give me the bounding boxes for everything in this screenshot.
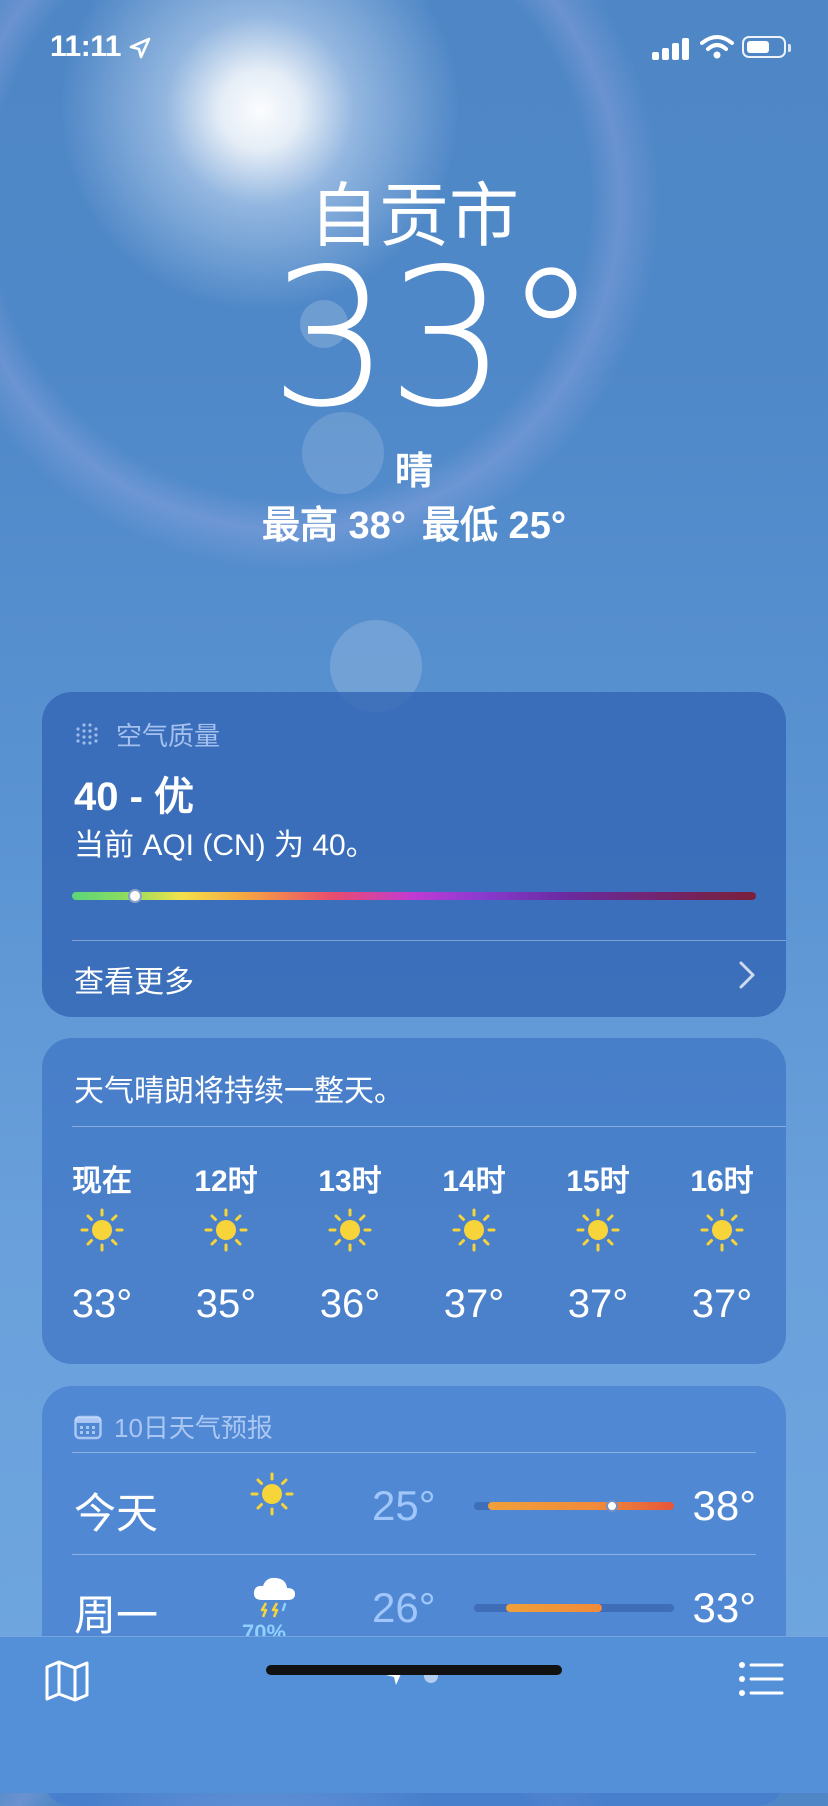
aqi-scale-bar bbox=[72, 889, 756, 903]
hour-temp: 36° bbox=[319, 1282, 381, 1326]
day-name: 今天 bbox=[74, 1490, 159, 1537]
air-quality-card[interactable]: 空气质量 40 - 优 当前 AQI (CN) 为 40。 查看更多 bbox=[42, 692, 786, 1017]
sun-icon bbox=[328, 1208, 372, 1257]
wifi-icon bbox=[700, 35, 734, 59]
divider bbox=[72, 1126, 786, 1127]
sun-icon bbox=[80, 1208, 124, 1257]
aqi-value: 40 - 优 bbox=[74, 775, 195, 819]
map-icon[interactable] bbox=[44, 1659, 90, 1703]
high-temp: 最高 38° bbox=[261, 505, 406, 547]
bottom-toolbar bbox=[0, 1636, 828, 1793]
aqi-level-indicator bbox=[128, 889, 142, 903]
hour-temp: 33° bbox=[71, 1282, 133, 1326]
aqi-description: 当前 AQI (CN) 为 40。 bbox=[74, 829, 376, 862]
battery-icon bbox=[742, 36, 791, 58]
temp-range-bar bbox=[474, 1604, 674, 1612]
air-quality-title: 空气质量 bbox=[116, 721, 221, 751]
day-name: 周一 bbox=[74, 1592, 159, 1639]
status-bar: 11:11 bbox=[0, 0, 828, 100]
divider bbox=[72, 1452, 756, 1453]
ten-day-header: 10日天气预报 bbox=[74, 1408, 273, 1445]
cellular-signal-icon bbox=[652, 36, 692, 60]
sun-icon bbox=[250, 1472, 294, 1516]
current-temperature: 33° bbox=[269, 228, 599, 449]
day-low-temp: 25° bbox=[372, 1482, 436, 1529]
day-row-today[interactable]: 今天 25° 38° bbox=[72, 1454, 756, 1554]
hour-temp: 37° bbox=[443, 1282, 505, 1326]
hour-label: 16时 bbox=[690, 1165, 754, 1198]
sun-icon bbox=[452, 1208, 496, 1257]
chevron-right-icon[interactable] bbox=[738, 960, 756, 990]
hour-label: 15时 bbox=[566, 1165, 630, 1198]
divider bbox=[72, 940, 786, 941]
hourly-list[interactable]: 现在 33° 12时 35° 13时 36° 14时 37° 15时 37° 16时 37° bbox=[42, 1156, 786, 1346]
day-low-temp: 26° bbox=[372, 1584, 436, 1631]
day-high-temp: 33° bbox=[692, 1584, 756, 1631]
low-temp: 最低 25° bbox=[422, 505, 567, 547]
see-more-link[interactable]: 查看更多 bbox=[74, 957, 194, 1001]
sun-icon bbox=[204, 1208, 248, 1257]
air-quality-header: 空气质量 bbox=[74, 716, 220, 753]
hourly-summary: 天气晴朗将持续一整天。 bbox=[74, 1075, 404, 1108]
temp-range-bar bbox=[474, 1500, 674, 1512]
location-arrow-icon bbox=[129, 37, 151, 59]
hour-label: 现在 bbox=[72, 1165, 132, 1198]
weather-condition: 晴 bbox=[394, 451, 433, 493]
hour-temp: 37° bbox=[567, 1282, 629, 1326]
hourly-forecast-card: 天气晴朗将持续一整天。 现在 33° 12时 35° 13时 36° 14时 37° 15时 37… bbox=[42, 1038, 786, 1364]
status-time: 11:11 bbox=[50, 30, 121, 63]
sun-icon bbox=[700, 1208, 744, 1257]
list-icon[interactable] bbox=[738, 1661, 784, 1697]
hour-label: 13时 bbox=[318, 1165, 382, 1198]
calendar-icon bbox=[74, 1415, 102, 1439]
ten-day-title: 10日天气预报 bbox=[114, 1413, 273, 1443]
hour-label: 12时 bbox=[194, 1165, 258, 1198]
day-high-temp: 38° bbox=[692, 1482, 756, 1529]
hour-temp: 37° bbox=[691, 1282, 753, 1326]
high-low-temps: 最高 38° 最低 25° bbox=[0, 494, 828, 549]
hour-temp: 35° bbox=[195, 1282, 257, 1326]
divider bbox=[72, 1554, 756, 1555]
air-particles-icon bbox=[76, 722, 98, 745]
hour-label: 14时 bbox=[442, 1165, 506, 1198]
sun-icon bbox=[576, 1208, 620, 1257]
thunderstorm-icon bbox=[253, 1577, 295, 1618]
home-indicator[interactable] bbox=[266, 1665, 562, 1675]
